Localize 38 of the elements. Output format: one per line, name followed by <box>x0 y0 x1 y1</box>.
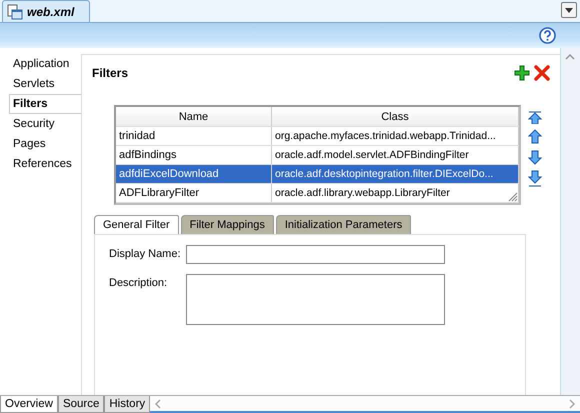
column-header[interactable]: Class <box>272 107 519 126</box>
table-cell: org.apache.myfaces.trinidad.webapp.Trinidad... <box>272 127 519 145</box>
tab[interactable]: Initialization Parameters <box>276 215 412 234</box>
nav-item[interactable]: Filters <box>9 94 81 114</box>
table-row[interactable]: adfBindings oracle.adf.model.servlet.ADFBindingFilter <box>116 146 519 165</box>
table-row[interactable]: ADFLibraryFilter oracle.adf.library.webapp.LibraryFilter <box>116 184 519 203</box>
vertical-scrollbar[interactable] <box>560 48 580 395</box>
table-cell: adfBindings <box>116 146 272 164</box>
table-cell: oracle.adf.desktopintegration.filter.DIExcelDo... <box>272 165 519 183</box>
table-row[interactable]: adfdiExcelDownload oracle.adf.desktopintegration.filter.DIExcelDo... <box>116 165 519 184</box>
xml-file-icon <box>7 4 23 20</box>
table-cell: ADFLibraryFilter <box>116 184 272 202</box>
table-cell: trinidad <box>116 127 272 145</box>
editor-tab[interactable]: Overview <box>0 396 58 413</box>
input-field[interactable] <box>186 245 445 264</box>
field-label: Description: <box>109 276 168 289</box>
table-cell: adfdiExcelDownload <box>116 165 272 183</box>
table-cell: oracle.adf.model.servlet.ADFBindingFilter <box>272 146 519 164</box>
help-icon[interactable] <box>539 27 556 44</box>
move-up-icon[interactable] <box>527 128 543 145</box>
file-tab[interactable]: web.xml <box>2 0 90 22</box>
section-title: Filters <box>92 66 128 80</box>
delete-icon[interactable] <box>534 65 550 81</box>
editor-tab[interactable]: Source <box>58 396 104 413</box>
table-row[interactable]: trinidad org.apache.myfaces.trinidad.webapp.Trinidad... <box>116 127 519 146</box>
field-label: Display Name: <box>109 247 182 260</box>
table-cell: oracle.adf.library.webapp.LibraryFilter <box>272 184 519 202</box>
resize-grip-icon[interactable] <box>508 192 518 202</box>
move-bottom-icon[interactable] <box>527 170 543 187</box>
tab[interactable]: Filter Mappings <box>180 215 274 234</box>
add-icon[interactable] <box>514 65 530 81</box>
column-header[interactable]: Name <box>116 107 272 126</box>
dropdown-button[interactable] <box>561 2 577 18</box>
tab[interactable]: General Filter <box>94 215 179 234</box>
caret-icon <box>565 8 573 12</box>
move-down-icon[interactable] <box>527 149 543 166</box>
text-area[interactable] <box>186 274 445 325</box>
editor-tab[interactable]: History <box>104 396 150 413</box>
